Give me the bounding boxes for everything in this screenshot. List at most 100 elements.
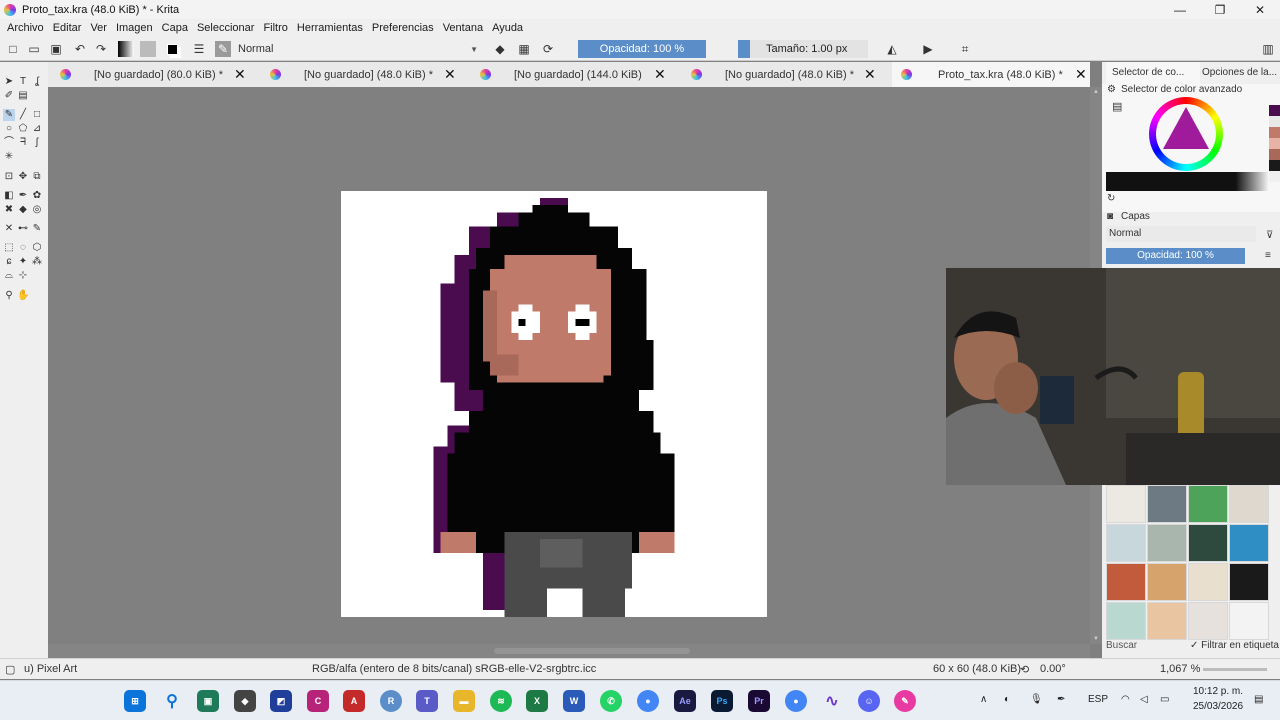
color-wheel[interactable] [1149, 97, 1223, 171]
document-tab[interactable]: [No guardado] (48.0 KiB) * ✕ [259, 62, 470, 87]
document-tab[interactable]: [No guardado] (144.0 KiB) ✕ [470, 62, 681, 87]
reload-icon[interactable]: ⟳ [540, 41, 556, 57]
teams-icon[interactable]: T [416, 690, 438, 712]
zoom-tool-icon[interactable]: ⚲ [3, 290, 15, 302]
clip-studio-icon[interactable]: C [307, 690, 329, 712]
menu-editar[interactable]: Editar [53, 22, 82, 34]
gradient-preset-icon[interactable] [118, 41, 134, 57]
swatch[interactable] [1269, 138, 1280, 149]
similar-select-tool-icon[interactable]: ⁂ [31, 256, 43, 268]
brush-preset[interactable] [1188, 524, 1228, 562]
brush-preset-icon[interactable]: ▢ [5, 663, 15, 676]
premiere-icon[interactable]: Pr [748, 690, 770, 712]
color-settings-icon[interactable]: ▤ [1112, 100, 1122, 113]
brush-preset[interactable] [1147, 563, 1187, 601]
dynamic-brush-tool-icon[interactable]: ʃ [31, 137, 43, 149]
search-icon[interactable]: ⚲ [161, 690, 183, 712]
menu-imagen[interactable]: Imagen [116, 22, 153, 34]
discord-icon[interactable]: ☺ [858, 690, 880, 712]
mirror-icon[interactable]: ◭ [884, 41, 900, 57]
close-tab-icon[interactable]: ✕ [234, 66, 246, 83]
enclose-fill-tool-icon[interactable]: ◎ [31, 204, 43, 216]
krita-taskbar-icon[interactable]: ✎ [894, 690, 916, 712]
freehand-select-tool-icon[interactable]: ɕ [3, 256, 15, 268]
gear-icon[interactable]: ⚙ [1107, 84, 1116, 95]
colorize-mask-tool-icon[interactable]: ✿ [31, 190, 43, 202]
pixel-art-canvas[interactable] [341, 191, 767, 617]
close-tab-icon[interactable]: ✕ [654, 66, 666, 83]
tab-color-selector[interactable]: Selector de co... [1106, 62, 1200, 84]
menu-ayuda[interactable]: Ayuda [492, 22, 523, 34]
bezier-select-tool-icon[interactable]: ⌓ [3, 270, 15, 282]
swatch[interactable] [1269, 160, 1280, 171]
close-window-button[interactable]: ✕ [1240, 0, 1280, 19]
store-icon[interactable]: ▣ [197, 690, 219, 712]
open-icon[interactable]: ▭ [26, 41, 42, 57]
ellipse-select-tool-icon[interactable]: ◌ [17, 242, 29, 254]
close-tab-icon[interactable]: ✕ [1075, 66, 1087, 83]
zoom-slider[interactable] [1203, 668, 1267, 671]
size-slider[interactable]: Tamaño: 1.00 px [738, 40, 868, 58]
brush-preset[interactable] [1188, 485, 1228, 523]
pen-icon[interactable]: ✒ [1057, 694, 1065, 705]
brush-preset[interactable] [1106, 524, 1146, 562]
menu-preferencias[interactable]: Preferencias [372, 22, 434, 34]
swatch[interactable] [1269, 105, 1280, 116]
autocad-icon[interactable]: A [343, 690, 365, 712]
brush-preset[interactable] [1147, 602, 1187, 640]
document-tab[interactable]: [No guardado] (48.0 KiB) * ✕ [681, 62, 892, 87]
swatch[interactable] [1269, 171, 1280, 182]
bezier-tool-icon[interactable]: ⌒ [3, 137, 15, 149]
select-shapes-tool-icon[interactable]: ➤ [3, 76, 15, 88]
scroll-down-icon[interactable]: ▼ [1093, 636, 1099, 642]
tab-tool-options[interactable]: Opciones de la... [1196, 62, 1280, 84]
brush-preset[interactable] [1229, 602, 1269, 640]
file-explorer-icon[interactable]: ▬ [453, 690, 475, 712]
workspace-icon[interactable]: ▥ [1260, 41, 1276, 57]
swatch[interactable] [1269, 127, 1280, 138]
wrap-icon[interactable]: ⌗ [957, 41, 973, 57]
new-file-icon[interactable]: □ [5, 41, 21, 57]
freehand-path-tool-icon[interactable]: ᖷ [17, 137, 29, 149]
clock-time[interactable]: 10:12 p. m. [1193, 686, 1243, 697]
rectangle-tool-icon[interactable]: □ [31, 109, 43, 121]
pattern-preset-icon[interactable] [140, 41, 156, 57]
rect-select-tool-icon[interactable]: ⬚ [3, 242, 15, 254]
move-tool-icon[interactable]: ✥ [17, 171, 29, 183]
magnetic-select-tool-icon[interactable]: ⊹ [17, 270, 29, 282]
tray-chevron-icon[interactable]: ∧ [980, 694, 987, 705]
brush-filter-checkbox[interactable]: ✓ Filtrar en etiqueta [1190, 640, 1279, 651]
brush-preset[interactable] [1106, 485, 1146, 523]
whatsapp-icon[interactable]: ✆ [600, 690, 622, 712]
contiguous-select-tool-icon[interactable]: ✦ [17, 256, 29, 268]
ellipse-tool-icon[interactable]: ○ [3, 123, 15, 135]
chrome-profile-icon[interactable]: ● [785, 690, 807, 712]
multibrush-tool-icon[interactable]: ✳ [3, 151, 15, 163]
volume-icon[interactable]: ◁ [1140, 694, 1148, 705]
tray-app-icon[interactable]: ◐ [1004, 694, 1010, 705]
menu-filtro[interactable]: Filtro [263, 22, 287, 34]
blend-mode-dropdown[interactable]: Normal ▼ [234, 40, 484, 58]
color-triangle[interactable] [1163, 107, 1209, 149]
close-tab-icon[interactable]: ✕ [444, 66, 456, 83]
swatch[interactable] [1269, 116, 1280, 127]
alpha-lock-icon[interactable]: ▦ [516, 41, 532, 57]
gradient-tool-icon[interactable]: ◧ [3, 190, 15, 202]
minimize-button[interactable]: — [1160, 0, 1200, 19]
pan-tool-icon[interactable]: ✋ [17, 290, 29, 302]
horizontal-scroll-thumb[interactable] [494, 648, 690, 654]
menu-capa[interactable]: Capa [162, 22, 188, 34]
after-effects-icon[interactable]: Ae [674, 690, 696, 712]
recent-color-swatches[interactable] [1269, 105, 1280, 195]
photoshop-icon[interactable]: Ps [711, 690, 733, 712]
eraser-icon[interactable]: ◆ [492, 41, 508, 57]
undo-icon[interactable]: ↶ [72, 41, 88, 57]
microphone-icon[interactable]: 🎙 [1030, 694, 1043, 705]
transform-tool-icon[interactable]: ⧉ [31, 171, 43, 183]
brush-preset-selected[interactable] [1229, 524, 1269, 562]
brush-preset[interactable] [1229, 563, 1269, 601]
menu-herramientas[interactable]: Herramientas [297, 22, 363, 34]
brush-preset[interactable] [1106, 602, 1146, 640]
color-picker-tool-icon[interactable]: ✒ [17, 190, 29, 202]
brush-preset[interactable] [1188, 602, 1228, 640]
